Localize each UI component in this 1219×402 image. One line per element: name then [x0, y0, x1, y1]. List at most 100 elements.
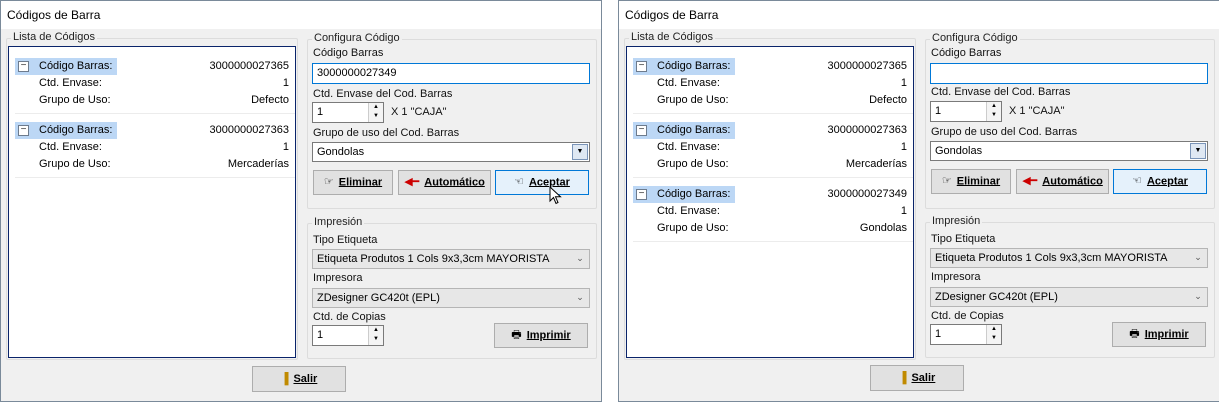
auto-button[interactable]: ◀━ Automático [1016, 169, 1109, 194]
use-group-value: Gondolas [317, 146, 365, 158]
auto-button[interactable]: ◀━ Automático [398, 170, 491, 195]
chevron-down-icon[interactable]: ▼ [572, 144, 588, 160]
barcode-field-label: Código Barras [313, 47, 384, 59]
barcode-value: 3000000027365 [827, 60, 907, 72]
spin-down-icon[interactable]: ▼ [369, 335, 383, 344]
spin-up-icon[interactable]: ▲ [369, 326, 383, 335]
print-button-label: Imprimir [1144, 328, 1189, 341]
delete-button[interactable]: ☞ Eliminar [313, 170, 393, 195]
chevron-down-icon[interactable]: ⌄ [1190, 250, 1206, 266]
printer-select[interactable]: ZDesigner GC420t (EPL) ⌄ [312, 288, 590, 308]
auto-button-label: Automático [1042, 175, 1103, 188]
window-title: Códigos de Barra [1, 1, 601, 29]
use-group-label: Grupo de uso del Cod. Barras [931, 126, 1078, 138]
label-type-select[interactable]: Etiqueta Produtos 1 Cols 9x3,3cm MAYORIS… [930, 248, 1208, 268]
use-group-select[interactable]: Gondolas ▼ [930, 141, 1208, 161]
copies-spinner-value: 1 [317, 329, 324, 341]
exit-button-label: Salir [911, 372, 936, 384]
accept-button[interactable]: ☜ Aceptar [1113, 169, 1207, 194]
spin-up-icon[interactable]: ▲ [987, 102, 1001, 111]
pointing-hand-icon: ☜ [514, 176, 524, 188]
codes-list[interactable]: − Código Barras: 3000000027365 Ctd. Envase… [8, 46, 296, 358]
use-group-value: Gondolas [935, 145, 983, 157]
barcode-value: 3000000027363 [827, 124, 907, 136]
config-group-title: Configura Código [930, 32, 1020, 44]
spin-down-icon[interactable]: ▼ [369, 112, 383, 121]
chevron-down-icon[interactable]: ⌄ [572, 251, 588, 267]
exit-door-icon: ▐ [898, 372, 907, 385]
barcode-value: 3000000027349 [827, 188, 907, 200]
delete-button[interactable]: ☞ Eliminar [931, 169, 1011, 194]
group-label: Grupo de Uso: [657, 158, 729, 170]
chevron-down-icon[interactable]: ⌄ [572, 290, 588, 306]
chevron-down-icon[interactable]: ▼ [1190, 143, 1206, 159]
spin-up-icon[interactable]: ▲ [369, 103, 383, 112]
qty-value: 1 [282, 141, 289, 153]
qty-value: 1 [900, 141, 907, 153]
barcode-input[interactable]: 3000000027349 [312, 63, 590, 84]
codes-group-title: Lista de Códigos [629, 31, 715, 43]
qty-unit-label: X 1 "CAJA" [1009, 105, 1065, 117]
printer-icon: 🖶 [511, 329, 522, 341]
qty-label: Ctd. Envase: [39, 141, 102, 153]
qty-spinner[interactable]: 1 ▲ ▼ [312, 102, 384, 123]
printer-label: Impresora [931, 271, 981, 283]
printer-value: ZDesigner GC420t (EPL) [317, 292, 440, 304]
chevron-down-icon[interactable]: ⌄ [1190, 289, 1206, 305]
print-group-title: Impresión [312, 216, 365, 228]
list-item[interactable]: − Código Barras: 3000000027349 Ctd. Envase… [633, 186, 913, 242]
copies-spinner[interactable]: 1 ▲ ▼ [930, 324, 1002, 345]
collapse-icon[interactable]: − [18, 61, 29, 72]
barcode-label: Código Barras: [32, 58, 117, 75]
barcode-value: 3000000027365 [209, 60, 289, 72]
use-group-select[interactable]: Gondolas ▼ [312, 142, 590, 162]
copies-spinner-value: 1 [935, 328, 942, 340]
list-item[interactable]: − Código Barras: 3000000027363 Ctd. Envase… [633, 122, 913, 178]
printer-select[interactable]: ZDesigner GC420t (EPL) ⌄ [930, 287, 1208, 307]
qty-value: 1 [900, 205, 907, 217]
list-item[interactable]: − Código Barras: 3000000027363 Ctd. Envase… [15, 122, 295, 178]
exit-button[interactable]: ▐ Salir [252, 366, 346, 392]
pointing-hand-icon: ☞ [323, 176, 334, 188]
group-label: Grupo de Uso: [39, 94, 111, 106]
spin-down-icon[interactable]: ▼ [987, 111, 1001, 120]
printer-value: ZDesigner GC420t (EPL) [935, 291, 1058, 303]
spin-up-icon[interactable]: ▲ [987, 325, 1001, 334]
list-item[interactable]: − Código Barras: 3000000027365 Ctd. Envase… [15, 58, 295, 114]
use-group-label: Grupo de uso del Cod. Barras [313, 127, 460, 139]
group-value: Mercaderías [845, 158, 907, 170]
config-group-title: Configura Código [312, 32, 402, 44]
label-type-select[interactable]: Etiqueta Produtos 1 Cols 9x3,3cm MAYORIS… [312, 249, 590, 269]
print-button[interactable]: 🖶 Imprimir [1112, 322, 1206, 347]
barcode-label: Código Barras: [650, 186, 735, 203]
label-type-label: Tipo Etiqueta [313, 234, 378, 246]
print-button[interactable]: 🖶 Imprimir [494, 323, 588, 348]
barcode-window-after: Códigos de Barra Lista de Códigos − Códig… [618, 0, 1219, 402]
collapse-icon[interactable]: − [18, 125, 29, 136]
label-type-value: Etiqueta Produtos 1 Cols 9x3,3cm MAYORIS… [317, 253, 550, 265]
qty-label: Ctd. Envase: [39, 77, 102, 89]
collapse-icon[interactable]: − [636, 189, 647, 200]
mouse-pointer-icon [549, 186, 562, 205]
list-item[interactable]: − Código Barras: 3000000027365 Ctd. Envase… [633, 58, 913, 114]
group-label: Grupo de Uso: [657, 94, 729, 106]
label-type-label: Tipo Etiqueta [931, 233, 996, 245]
codes-list[interactable]: − Código Barras: 3000000027365 Ctd. Envase… [626, 46, 914, 358]
collapse-icon[interactable]: − [636, 125, 647, 136]
qty-value: 1 [900, 77, 907, 89]
copies-spinner[interactable]: 1 ▲ ▼ [312, 325, 384, 346]
exit-button[interactable]: ▐ Salir [870, 365, 964, 391]
printer-icon: 🖶 [1129, 328, 1140, 340]
barcode-value: 3000000027363 [209, 124, 289, 136]
spin-down-icon[interactable]: ▼ [987, 334, 1001, 343]
qty-spinner[interactable]: 1 ▲ ▼ [930, 101, 1002, 122]
red-arrow-left-icon: ◀━ [404, 176, 420, 188]
barcode-field-label: Código Barras [931, 47, 1002, 59]
group-value: Mercaderías [227, 158, 289, 170]
print-button-label: Imprimir [526, 329, 571, 342]
barcode-label: Código Barras: [650, 122, 735, 139]
collapse-icon[interactable]: − [636, 61, 647, 72]
accept-button[interactable]: ☜ Aceptar [495, 170, 589, 195]
qty-label: Ctd. Envase: [657, 141, 720, 153]
barcode-input[interactable] [930, 63, 1208, 84]
